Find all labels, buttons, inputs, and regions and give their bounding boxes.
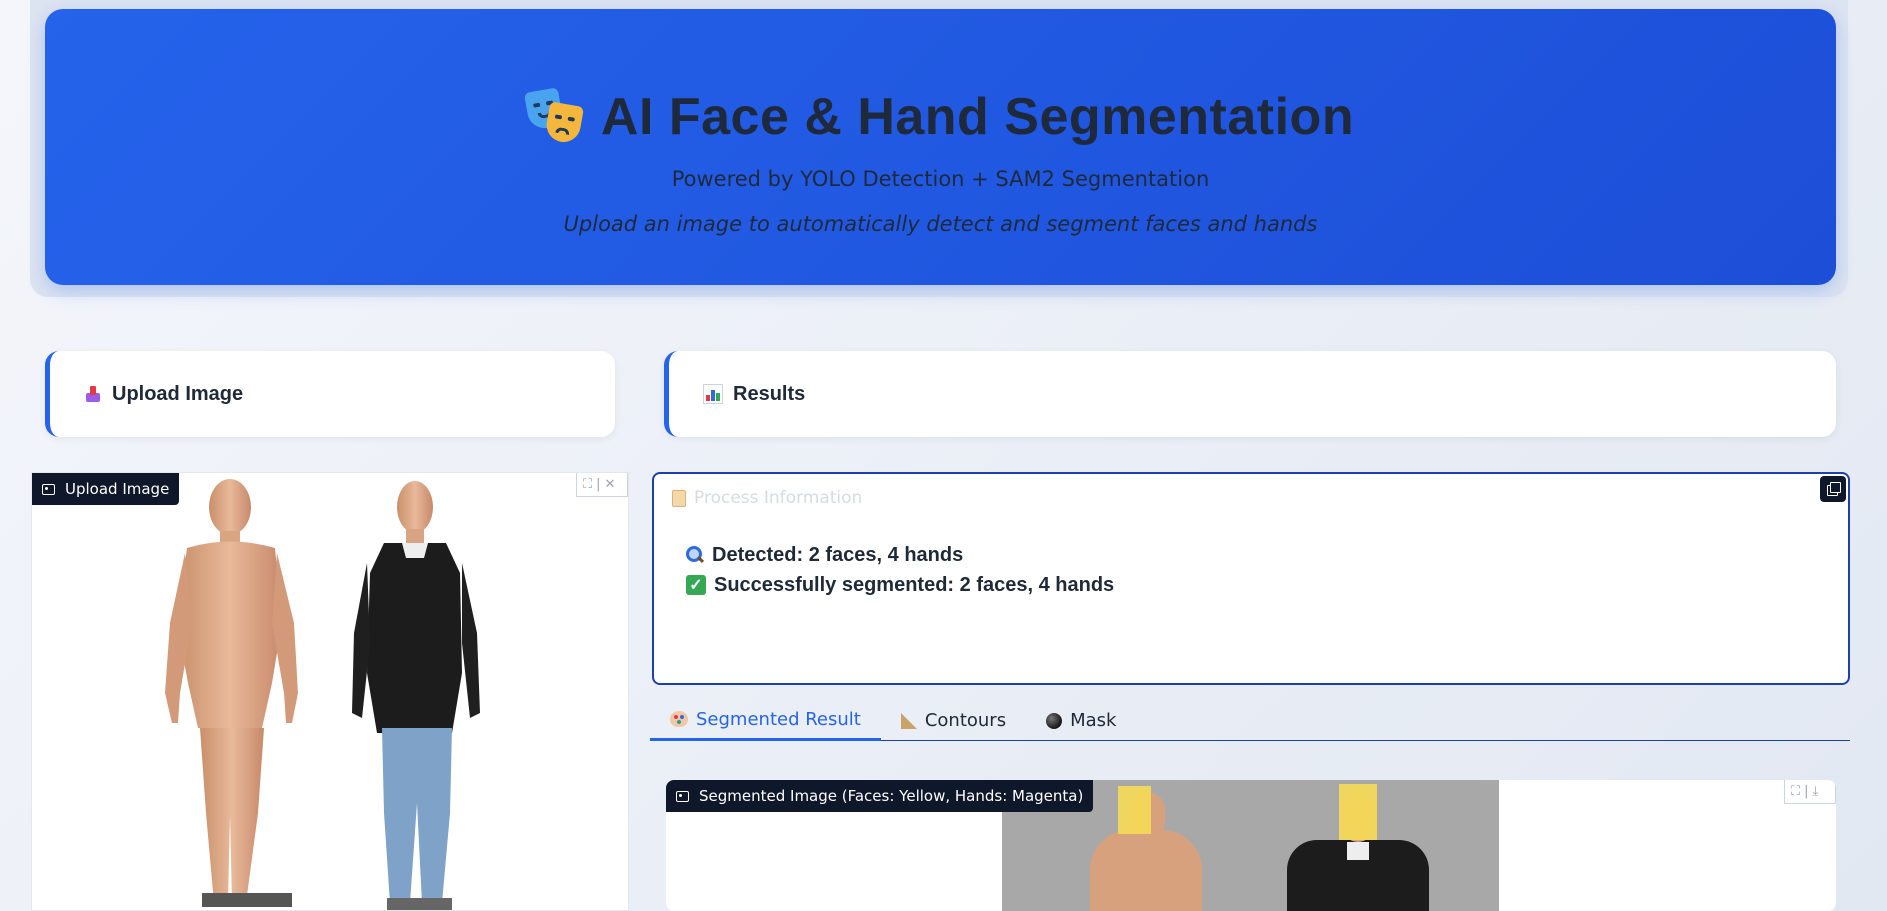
triangular-ruler-icon: [900, 712, 917, 729]
segmented-image-label-text: Segmented Image (Faces: Yellow, Hands: M…: [699, 787, 1084, 805]
page-description: Upload an image to automatically detect …: [563, 212, 1318, 236]
toolbar-divider: |: [1804, 784, 1809, 799]
mannequins-photo: [165, 479, 480, 910]
result-tabs: Segmented Result Contours Mask: [650, 700, 1850, 741]
performing-arts-masks-icon: [523, 87, 584, 145]
image-icon: [676, 790, 689, 802]
copy-button[interactable]: [1820, 476, 1846, 502]
upload-image-toolbar: ⛶ | ✕: [576, 473, 628, 497]
upload-image-label-text: Upload Image: [65, 480, 170, 498]
fullscreen-icon[interactable]: ⛶: [1791, 784, 1800, 799]
detected-line: Detected: 2 faces, 4 hands: [686, 540, 1114, 570]
black-circle-icon: [1046, 712, 1063, 729]
upload-heading-label: Upload Image: [112, 382, 244, 405]
results-heading-label: Results: [733, 382, 806, 405]
close-icon[interactable]: ✕: [605, 477, 616, 492]
app-header: AI Face & Hand Segmentation Powered by Y…: [45, 9, 1836, 285]
inbox-tray-icon: [84, 385, 102, 403]
header-title-row: AI Face & Hand Segmentation: [45, 87, 1836, 147]
face-highlight: [1339, 784, 1377, 840]
download-icon[interactable]: ⤓: [1813, 784, 1819, 799]
process-info-title: Process Information: [672, 488, 862, 508]
upload-section-heading: Upload Image: [45, 351, 615, 437]
upload-image-label: Upload Image: [32, 473, 180, 505]
page-subtitle: Powered by YOLO Detection + SAM2 Segment…: [671, 167, 1210, 191]
face-highlight: [1118, 786, 1151, 834]
segmented-image-panel: Segmented Image (Faces: Yellow, Hands: M…: [666, 780, 1836, 911]
check-mark-icon: ✓: [686, 575, 706, 595]
clipboard-icon: [672, 489, 686, 507]
toolbar-divider: |: [596, 477, 601, 492]
palette-icon: [670, 711, 688, 727]
tab-segmented-result-label: Segmented Result: [696, 708, 861, 730]
fullscreen-icon[interactable]: ⛶: [583, 477, 592, 492]
magnifying-glass-icon: [686, 546, 704, 564]
segmented-text: Successfully segmented: 2 faces, 4 hands: [714, 573, 1115, 596]
tab-contours[interactable]: Contours: [881, 700, 1026, 741]
process-information-box: Process Information Detected: 2 faces, 4…: [652, 472, 1850, 685]
detected-text: Detected: 2 faces, 4 hands: [712, 543, 964, 566]
segmented-line: ✓ Successfully segmented: 2 faces, 4 han…: [686, 570, 1114, 600]
segmented-image-toolbar: ⛶ | ⤓: [1784, 780, 1836, 804]
tab-mask-label: Mask: [1070, 710, 1117, 731]
process-info-lines: Detected: 2 faces, 4 hands ✓ Successfull…: [686, 540, 1114, 600]
tab-mask[interactable]: Mask: [1026, 700, 1136, 741]
segmented-image-label: Segmented Image (Faces: Yellow, Hands: M…: [666, 780, 1094, 812]
bar-chart-icon: [703, 384, 723, 404]
tab-segmented-result[interactable]: Segmented Result: [650, 700, 881, 741]
tab-contours-label: Contours: [924, 710, 1007, 731]
image-icon: [42, 483, 55, 495]
process-info-title-text: Process Information: [694, 488, 863, 508]
upload-image-panel[interactable]: Upload Image ⛶ | ✕: [31, 472, 629, 911]
results-section-heading: Results: [664, 351, 1836, 437]
page-title: AI Face & Hand Segmentation: [600, 88, 1355, 146]
